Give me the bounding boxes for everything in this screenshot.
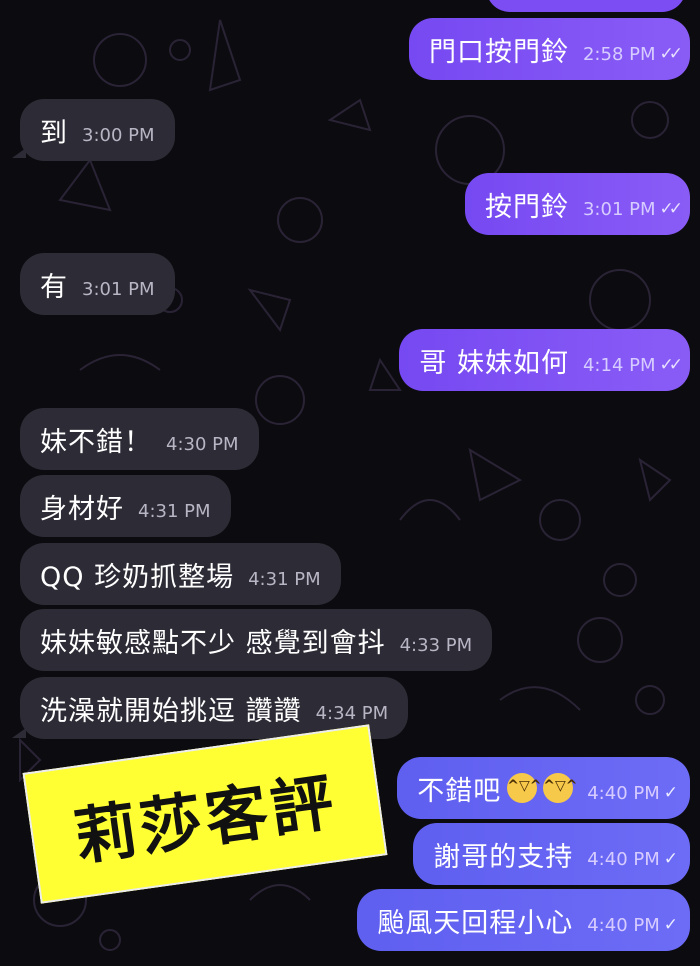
message-text: 有 bbox=[40, 271, 68, 303]
message-time: 4:40 PM bbox=[587, 914, 660, 936]
laughing-crying-emoji-icon: ^▽^ bbox=[543, 773, 577, 803]
message-time: 2:58 PM bbox=[582, 43, 656, 65]
check-icon: ✓ bbox=[663, 783, 678, 803]
message-text: 颱風天回程小心 bbox=[377, 907, 574, 939]
message-time: 3:00 PM bbox=[82, 124, 155, 146]
message-text: 到 bbox=[40, 117, 68, 149]
incoming-message[interactable]: 到 3:00 PM bbox=[20, 99, 175, 161]
message-time: 4:30 PM bbox=[166, 433, 239, 455]
message-time: 4:40 PM bbox=[587, 782, 660, 804]
message-time: 3:01 PM bbox=[82, 278, 155, 300]
message-text: 哥 妹妹如何 bbox=[419, 347, 569, 379]
outgoing-message[interactable]: 不錯吧 ^▽^ ^▽^ 4:40 PM ✓ bbox=[397, 757, 690, 819]
outgoing-message[interactable]: 謝哥的支持 4:40 PM ✓ bbox=[413, 823, 690, 885]
message-time: 4:31 PM bbox=[248, 568, 321, 590]
message-text: QQ 珍奶抓整場 bbox=[40, 561, 235, 593]
message-text: 妹妹敏感點不少 感覺到會抖 bbox=[40, 627, 386, 659]
message-text: 妹不錯！ bbox=[40, 426, 152, 458]
message-text: 身材好 bbox=[40, 493, 124, 525]
message-text: 按門鈴 bbox=[484, 191, 569, 223]
outgoing-message-partial bbox=[486, 0, 686, 12]
incoming-message[interactable]: 身材好 4:31 PM bbox=[20, 475, 231, 537]
message-time: 3:01 PM bbox=[582, 198, 656, 220]
message-time: 4:14 PM bbox=[582, 354, 656, 376]
outgoing-message[interactable]: 按門鈴 3:01 PM ✓✓ bbox=[464, 173, 690, 235]
check-icon: ✓ bbox=[663, 915, 678, 935]
message-time: 4:31 PM bbox=[138, 500, 211, 522]
double-check-icon: ✓✓ bbox=[659, 199, 683, 219]
outgoing-message[interactable]: 哥 妹妹如何 4:14 PM ✓✓ bbox=[399, 329, 690, 391]
check-icon: ✓ bbox=[663, 849, 678, 869]
message-time: 4:33 PM bbox=[399, 634, 473, 656]
incoming-message[interactable]: 有 3:01 PM bbox=[20, 253, 175, 315]
double-check-icon: ✓✓ bbox=[659, 355, 683, 375]
message-time: 4:34 PM bbox=[315, 702, 389, 724]
incoming-message[interactable]: 妹不錯！ 4:30 PM bbox=[20, 408, 259, 470]
message-text: 謝哥的支持 bbox=[433, 841, 574, 873]
double-check-icon: ✓✓ bbox=[659, 44, 683, 64]
outgoing-message[interactable]: 門口按門鈴 2:58 PM ✓✓ bbox=[408, 18, 690, 80]
outgoing-message[interactable]: 颱風天回程小心 4:40 PM ✓ bbox=[357, 889, 690, 951]
message-time: 4:40 PM bbox=[587, 848, 660, 870]
laughing-crying-emoji-icon: ^▽^ bbox=[507, 773, 541, 803]
incoming-message[interactable]: QQ 珍奶抓整場 4:31 PM bbox=[20, 543, 341, 605]
incoming-message[interactable]: 妹妹敏感點不少 感覺到會抖 4:33 PM bbox=[20, 609, 493, 671]
message-text: 洗澡就開始挑逗 讚讚 bbox=[40, 695, 302, 727]
sticker-text: 莉莎客評 bbox=[69, 764, 342, 874]
message-text: 門口按門鈴 bbox=[428, 36, 569, 68]
message-text: 不錯吧 bbox=[417, 775, 502, 807]
